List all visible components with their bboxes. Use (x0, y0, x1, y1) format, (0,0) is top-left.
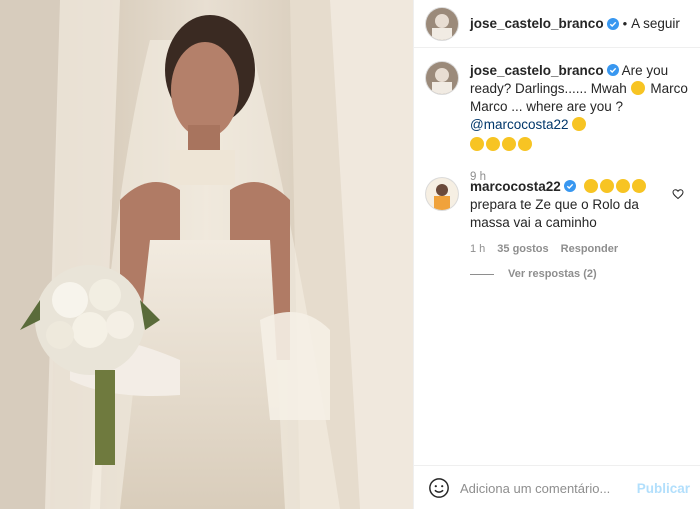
post-sidebar: jose_castelo_branco • A seguir jose_cast… (414, 0, 700, 509)
view-replies[interactable]: Ver respostas (2) (470, 268, 597, 280)
bride-photo (0, 0, 413, 509)
comment-body: marcocosta22 prepara te Ze que o Rolo da… (470, 178, 670, 258)
verified-badge-icon (606, 64, 619, 76)
verified-badge-icon (606, 17, 619, 30)
kiss-emoji-icon (630, 81, 645, 95)
caption: jose_castelo_branco Are you ready? Darli… (426, 62, 688, 186)
like-comment-heart-icon[interactable] (672, 188, 684, 200)
smile-emoji-icon (470, 137, 484, 151)
replies-line (470, 273, 494, 275)
header-title: jose_castelo_branco • A seguir (470, 16, 680, 31)
commenter-avatar[interactable] (426, 178, 458, 210)
comment-timestamp[interactable]: 1 h (470, 240, 485, 258)
comment-composer: Adiciona um comentário... Publicar (414, 465, 700, 510)
comment-text: prepara te Ze que o Rolo da massa vai a … (470, 197, 639, 230)
comment-meta: 1 h 35 gostos Responder (470, 240, 670, 258)
kiss-emoji-icon (486, 137, 500, 151)
caption-username[interactable]: jose_castelo_branco (470, 63, 604, 78)
laugh-emoji-icon (583, 179, 598, 193)
author-username[interactable]: jose_castelo_branco (470, 16, 604, 31)
caption-avatar[interactable] (426, 62, 458, 94)
instagram-post-modal: jose_castelo_branco • A seguir jose_cast… (0, 0, 700, 509)
author-avatar[interactable] (426, 7, 458, 40)
commenter-username[interactable]: marcocosta22 (470, 179, 561, 194)
avatar-image (426, 62, 458, 94)
post-image[interactable] (0, 0, 414, 509)
verified-badge-icon (563, 180, 576, 192)
caption-body: jose_castelo_branco Are you ready? Darli… (470, 62, 688, 186)
publish-button[interactable]: Publicar (637, 481, 690, 496)
laugh-emoji-icon (615, 179, 630, 193)
laugh-emoji-icon (631, 179, 646, 193)
separator-dot: • (622, 16, 628, 31)
view-replies-label: Ver respostas (2) (508, 268, 597, 280)
comment-likes[interactable]: 35 gostos (497, 240, 548, 258)
avatar-image (426, 178, 458, 210)
mention-link[interactable]: @marcocosta22 (470, 117, 569, 132)
comment: marcocosta22 prepara te Ze que o Rolo da… (426, 178, 688, 258)
avatar-image (426, 7, 458, 40)
emoji-picker-icon[interactable] (428, 477, 450, 499)
laugh-emoji-icon (599, 179, 614, 193)
post-header: jose_castelo_branco • A seguir (414, 0, 700, 48)
kiss-emoji-icon (502, 137, 516, 151)
emoji-row (470, 136, 688, 154)
tongue-emoji-icon (572, 117, 587, 131)
comment-input[interactable]: Adiciona um comentário... (460, 481, 637, 496)
reply-button[interactable]: Responder (561, 240, 618, 258)
kiss-emoji-icon (518, 137, 532, 151)
following-button[interactable]: A seguir (631, 16, 680, 31)
